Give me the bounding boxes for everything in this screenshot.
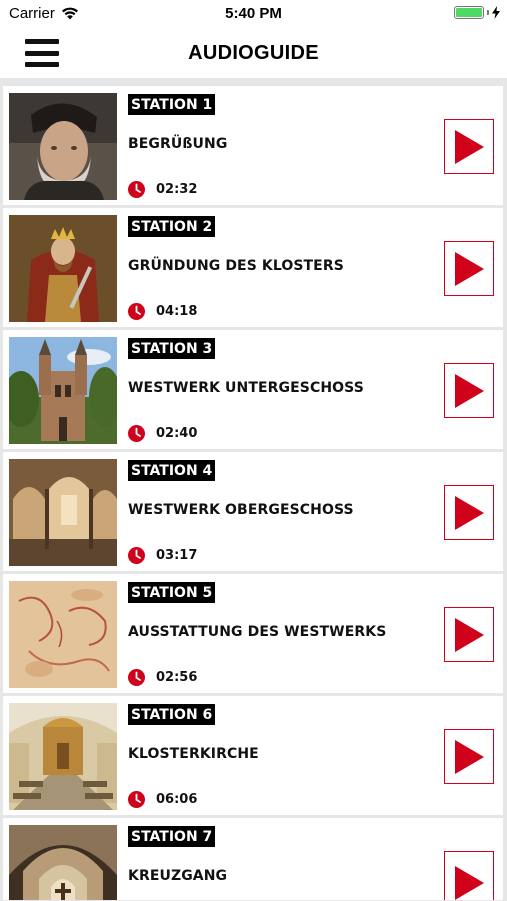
play-icon (455, 251, 484, 286)
station-badge: STATION 4 (128, 460, 216, 481)
duration-label: 03:17 (156, 548, 198, 563)
station-title: AUSSTATTUNG DES WESTWERKS (128, 624, 387, 640)
clock-icon (128, 791, 145, 808)
station-thumbnail (9, 581, 117, 688)
station-row-7[interactable]: STATION 7 KREUZGANG (3, 818, 503, 900)
station-thumbnail (9, 215, 117, 322)
battery-icon (454, 6, 484, 19)
station-duration: 02:56 (128, 669, 197, 686)
station-thumbnail (9, 459, 117, 566)
play-icon (455, 373, 484, 408)
station-thumbnail (9, 703, 117, 810)
duration-label: 02:56 (156, 670, 198, 685)
bolt-icon (492, 6, 500, 19)
station-duration: 02:40 (128, 425, 197, 442)
station-row-4[interactable]: STATION 4 WESTWERK OBERGESCHOSS 03:17 (3, 452, 503, 571)
battery-indicator (454, 6, 500, 19)
play-button[interactable] (444, 241, 494, 296)
station-duration: 04:18 (128, 303, 197, 320)
clock-icon (128, 303, 145, 320)
play-button[interactable] (444, 851, 494, 900)
play-icon (455, 129, 484, 164)
play-button[interactable] (444, 119, 494, 174)
station-badge: STATION 6 (128, 704, 216, 725)
station-duration: 02:32 (128, 181, 197, 198)
station-badge: STATION 1 (128, 94, 216, 115)
play-button[interactable] (444, 607, 494, 662)
play-icon (455, 866, 484, 900)
play-icon (455, 739, 484, 774)
play-button[interactable] (444, 729, 494, 784)
play-button[interactable] (444, 363, 494, 418)
status-bar: Carrier 5:40 PM (0, 0, 507, 28)
navigation-bar: AUDIOGUIDE (0, 28, 507, 78)
station-title: KLOSTERKIRCHE (128, 746, 259, 762)
clock-icon (128, 547, 145, 564)
duration-label: 02:32 (156, 182, 198, 197)
station-badge: STATION 7 (128, 826, 216, 847)
station-row-6[interactable]: STATION 6 KLOSTERKIRCHE 06:06 (3, 696, 503, 815)
station-title: WESTWERK UNTERGESCHOSS (128, 380, 364, 396)
station-duration: 03:17 (128, 547, 197, 564)
station-row-5[interactable]: STATION 5 AUSSTATTUNG DES WESTWERKS 02:5… (3, 574, 503, 693)
station-title: BEGRÜßUNG (128, 136, 228, 152)
station-badge: STATION 2 (128, 216, 216, 237)
station-row-1[interactable]: STATION 1 BEGRÜßUNG 02:32 (3, 86, 503, 205)
play-icon (455, 495, 484, 530)
play-icon (455, 617, 484, 652)
status-time: 5:40 PM (225, 5, 282, 22)
station-title: KREUZGANG (128, 868, 228, 884)
station-row-2[interactable]: STATION 2 GRÜNDUNG DES KLOSTERS 04:18 (3, 208, 503, 327)
clock-icon (128, 425, 145, 442)
station-row-3[interactable]: STATION 3 WESTWERK UNTERGESCHOSS 02:40 (3, 330, 503, 449)
station-badge: STATION 5 (128, 582, 216, 603)
page-title: AUDIOGUIDE (188, 42, 319, 64)
duration-label: 02:40 (156, 426, 198, 441)
clock-icon (128, 181, 145, 198)
station-thumbnail (9, 825, 117, 900)
station-title: GRÜNDUNG DES KLOSTERS (128, 258, 344, 274)
clock-icon (128, 669, 145, 686)
station-duration: 06:06 (128, 791, 197, 808)
station-badge: STATION 3 (128, 338, 216, 359)
station-thumbnail (9, 93, 117, 200)
duration-label: 06:06 (156, 792, 198, 807)
duration-label: 04:18 (156, 304, 198, 319)
play-button[interactable] (444, 485, 494, 540)
station-title: WESTWERK OBERGESCHOSS (128, 502, 354, 518)
station-thumbnail (9, 337, 117, 444)
